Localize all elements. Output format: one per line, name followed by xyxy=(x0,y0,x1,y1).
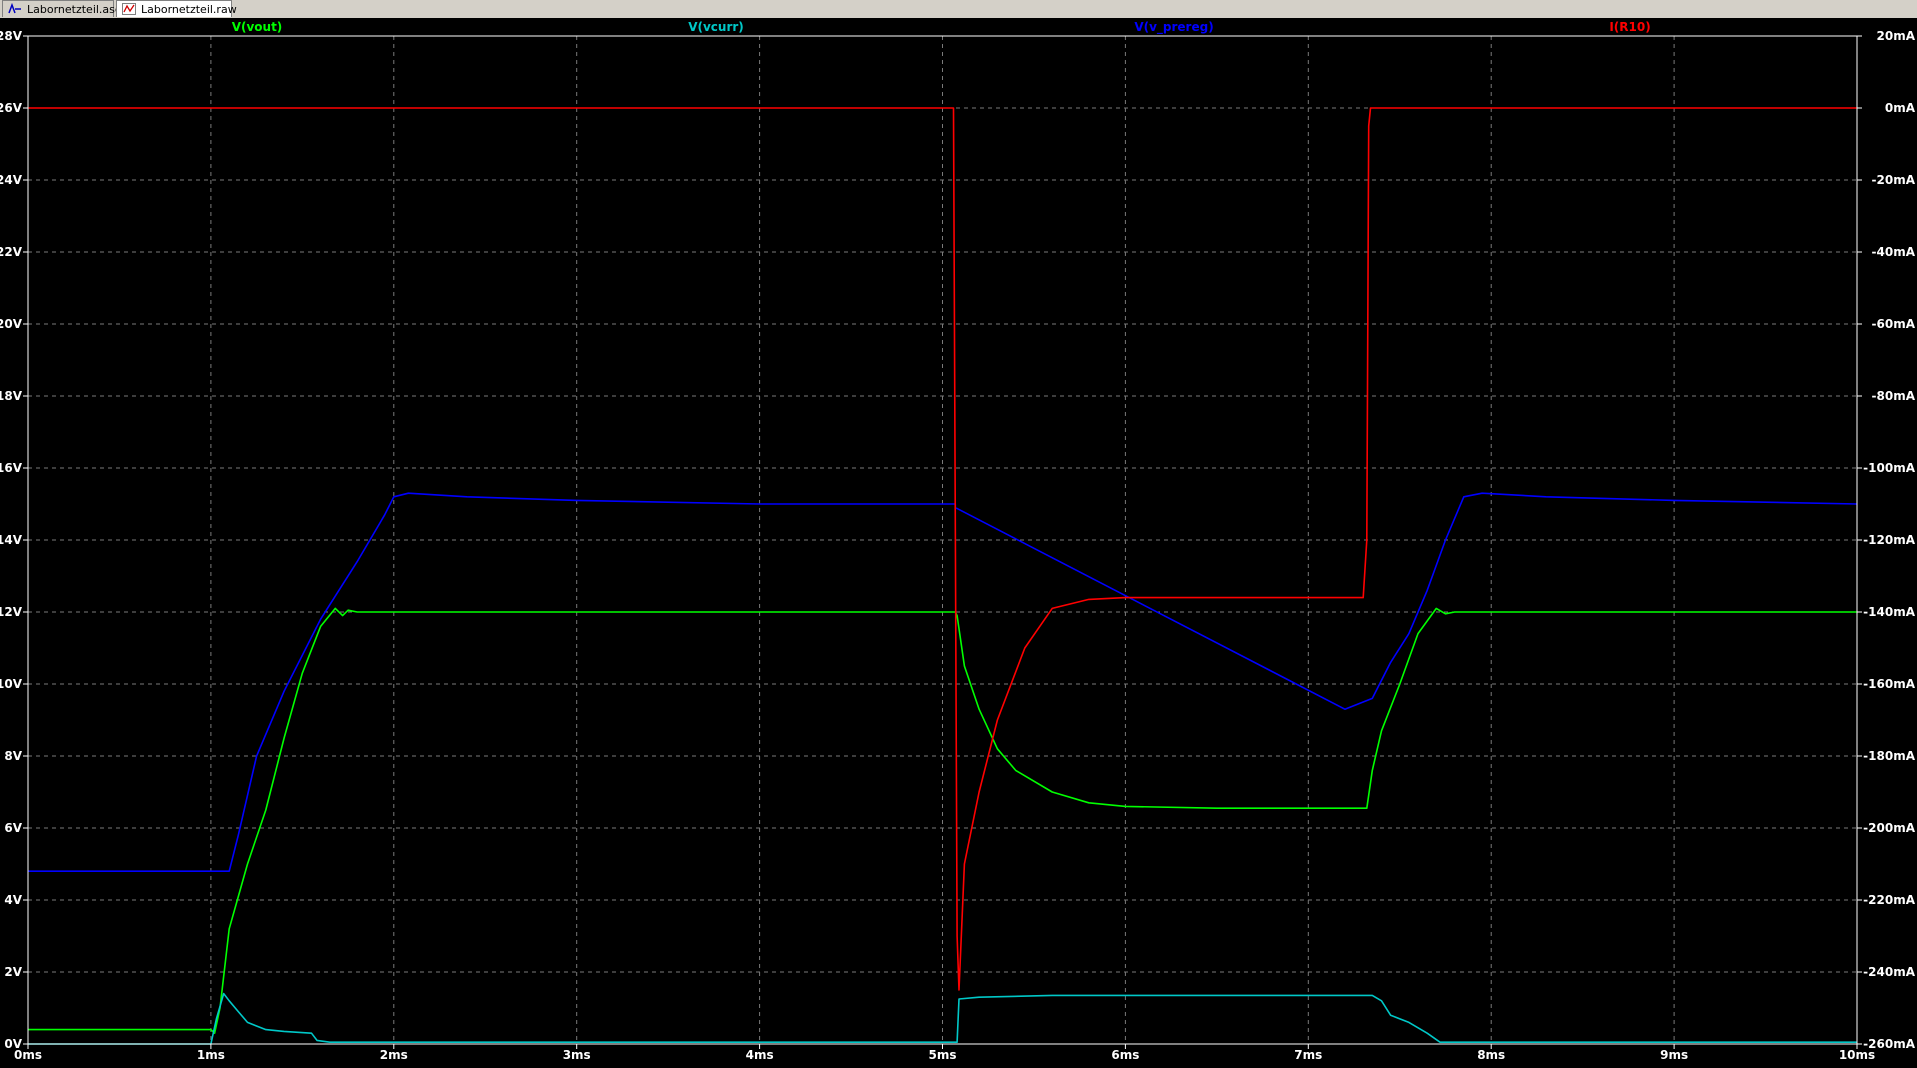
y-tick-label: 18V xyxy=(0,389,23,403)
tab-label: Labornetzteil.raw xyxy=(141,3,237,16)
y-tick-label: 0V xyxy=(4,1037,22,1051)
y2-tick-label: -140mA xyxy=(1863,605,1916,619)
x-tick-label: 2ms xyxy=(380,1048,408,1062)
tab-waveform[interactable]: Labornetzteil.raw xyxy=(116,0,237,17)
y2-tick-label: -20mA xyxy=(1872,173,1916,187)
y-tick-label: 20V xyxy=(0,317,23,331)
y2-tick-label: -180mA xyxy=(1863,749,1916,763)
y2-tick-label: -120mA xyxy=(1863,533,1916,547)
y-tick-label: 12V xyxy=(0,605,23,619)
tab-schematic[interactable]: Labornetzteil.asc xyxy=(2,0,121,17)
y-tick-label: 26V xyxy=(0,101,23,115)
x-tick-label: 1ms xyxy=(197,1048,225,1062)
y-tick-label: 2V xyxy=(4,965,22,979)
x-tick-label: 7ms xyxy=(1294,1048,1322,1062)
tab-bar: Labornetzteil.asc Labornetzteil.raw xyxy=(0,0,1917,19)
y2-tick-label: -160mA xyxy=(1863,677,1916,691)
y-tick-label: 10V xyxy=(0,677,23,691)
legend-label: V(v_prereg) xyxy=(1134,20,1213,35)
x-tick-label: 4ms xyxy=(746,1048,774,1062)
x-tick-label: 9ms xyxy=(1660,1048,1688,1062)
y-tick-label: 16V xyxy=(0,461,23,475)
legend-label: I(R10) xyxy=(1609,20,1650,34)
tab-label: Labornetzteil.asc xyxy=(27,3,121,16)
y-tick-label: 24V xyxy=(0,173,23,187)
waveform-plot[interactable]: 0ms 1ms 2ms 3ms 4ms 5ms 6ms 7ms 8ms 9ms 10ms 0V2V4… xyxy=(0,18,1917,1068)
y2-tick-label: -60mA xyxy=(1872,317,1916,331)
y-tick-label: 14V xyxy=(0,533,23,547)
x-tick-label: 8ms xyxy=(1477,1048,1505,1062)
y2-tick-label: -200mA xyxy=(1863,821,1916,835)
x-tick-label: 6ms xyxy=(1111,1048,1139,1062)
y-tick-label: 4V xyxy=(4,893,22,907)
y2-tick-label: -240mA xyxy=(1863,965,1916,979)
y2-tick-label: -100mA xyxy=(1863,461,1916,475)
y2-tick-label: 20mA xyxy=(1877,29,1916,43)
y-tick-label: 22V xyxy=(0,245,23,259)
x-tick-label: 5ms xyxy=(929,1048,957,1062)
y-tick-label: 28V xyxy=(0,29,23,43)
y2-tick-label: 0mA xyxy=(1885,101,1916,115)
legend-label: V(vout) xyxy=(232,20,283,34)
legend-label: V(vcurr) xyxy=(688,20,744,34)
y2-tick-label: -260mA xyxy=(1863,1037,1916,1051)
y-tick-label: 6V xyxy=(4,821,22,835)
y2-tick-label: -80mA xyxy=(1872,389,1916,403)
y2-tick-label: -40mA xyxy=(1872,245,1916,259)
waveform-icon xyxy=(122,3,136,15)
y-tick-label: 8V xyxy=(4,749,22,763)
y2-tick-label: -220mA xyxy=(1863,893,1916,907)
schematic-icon xyxy=(8,3,21,14)
x-tick-label: 3ms xyxy=(563,1048,591,1062)
